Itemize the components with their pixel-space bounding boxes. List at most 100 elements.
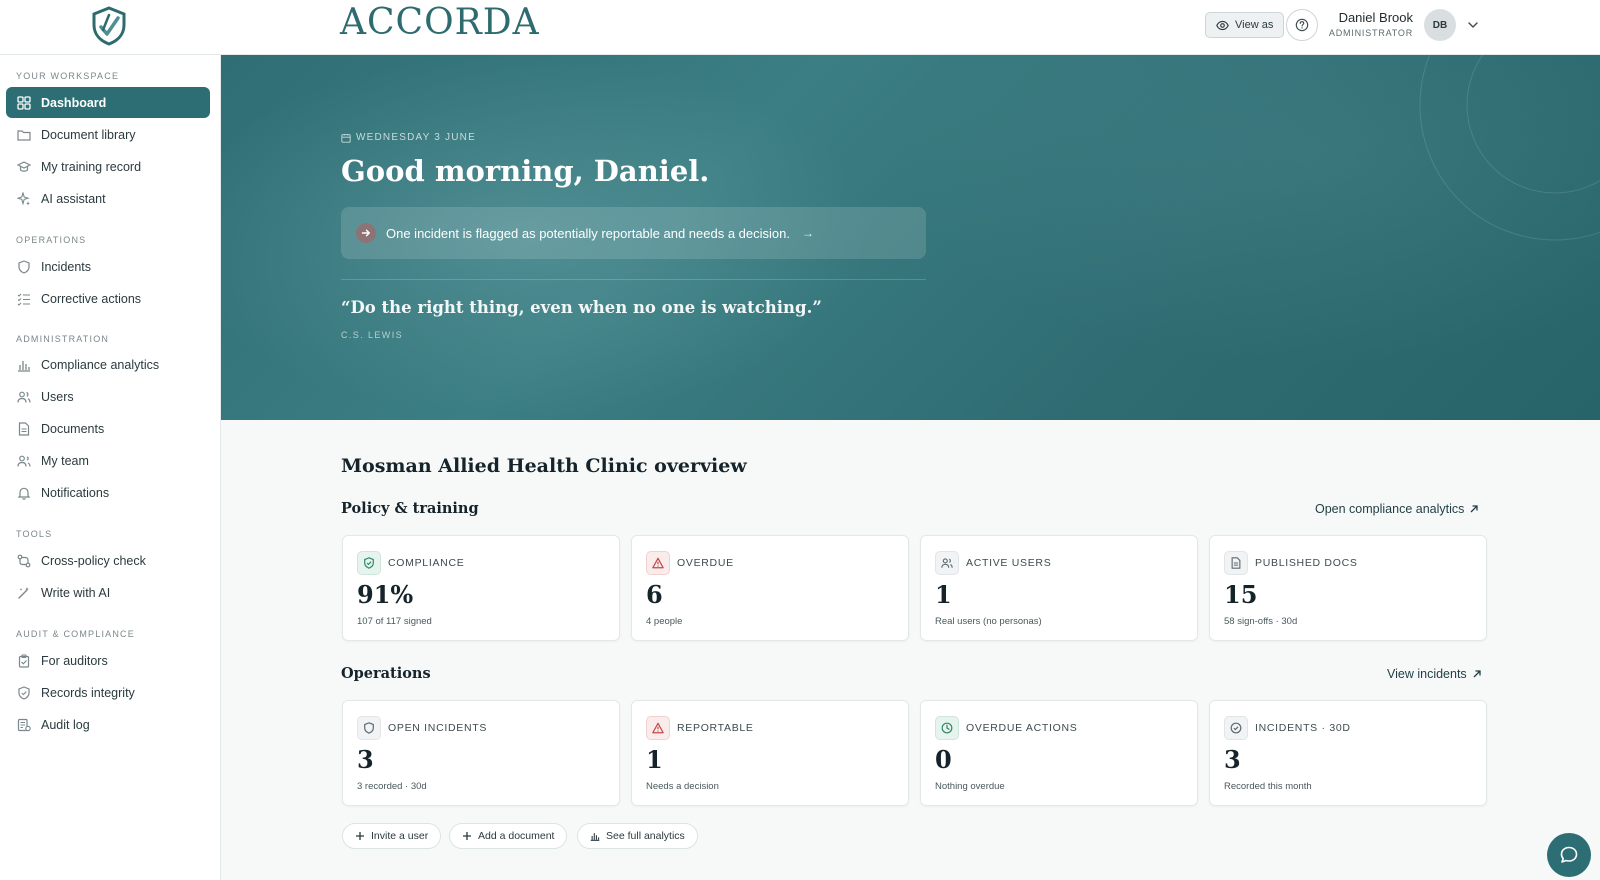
card-label: REPORTABLE [677,722,754,734]
sidebar-item-incidents[interactable]: Incidents [6,251,210,282]
top-bar: ACCORDA View as Daniel Brook ADMINISTRAT… [0,0,1600,55]
shield-icon [18,259,30,274]
avatar[interactable]: DB [1424,9,1456,41]
open-compliance-analytics-link[interactable]: Open compliance analytics [1315,502,1479,516]
sidebar-item-label: Audit log [41,717,90,732]
sidebar-item-my-training-record[interactable]: My training record [6,151,210,182]
shield-logo-icon[interactable] [91,6,127,46]
card-subtext: Needs a decision [646,781,719,792]
sidebar-section-workspace: YOUR WORKSPACE [16,71,120,81]
overdue-card[interactable]: OVERDUE 6 4 people [631,535,909,641]
shield-icon [357,716,381,740]
sidebar-item-dashboard[interactable]: Dashboard [6,87,210,118]
compliance-card[interactable]: COMPLIANCE 91% 107 of 117 signed [342,535,620,641]
card-label: PUBLISHED DOCS [1255,557,1358,569]
reportable-incident-alert[interactable]: One incident is flagged as potentially r… [341,207,926,259]
link-label: View incidents [1387,667,1467,681]
button-label: See full analytics [606,830,685,842]
plus-icon [463,832,471,840]
warning-triangle-icon [646,716,670,740]
sidebar-item-label: My training record [41,159,142,174]
sidebar-item-notifications[interactable]: Notifications [6,477,210,508]
card-subtext: 3 recorded · 30d [357,781,427,792]
card-label: INCIDENTS · 30D [1255,722,1351,734]
button-label: Invite a user [371,830,429,842]
sidebar-item-document-library[interactable]: Document library [6,119,210,150]
sidebar-item-audit-log[interactable]: Audit log [6,709,210,740]
sidebar-item-compliance-analytics[interactable]: Compliance analytics [6,349,210,380]
chevron-down-icon[interactable] [1466,18,1480,32]
eye-icon [1216,20,1229,30]
users-icon [935,551,959,575]
bar-chart-icon [18,360,30,372]
sidebar-item-label: AI assistant [41,191,106,206]
overdue-actions-card[interactable]: OVERDUE ACTIONS 0 Nothing overdue [920,700,1198,806]
card-subtext: 107 of 117 signed [357,616,432,627]
sidebar-item-label: Corrective actions [41,291,142,306]
clipboard-icon [18,653,30,668]
card-value: 91% [357,580,414,609]
bar-chart-icon [590,833,600,841]
sidebar-item-ai-assistant[interactable]: AI assistant [6,183,210,214]
card-subtext: 58 sign-offs · 30d [1224,616,1298,627]
hero-date-text: WEDNESDAY 3 JUNE [356,132,476,143]
sidebar-item-users[interactable]: Users [6,381,210,412]
users-icon [17,391,31,403]
card-label: OVERDUE ACTIONS [966,722,1078,734]
team-icon [17,455,31,467]
sidebar-item-write-with-ai[interactable]: Write with AI [6,577,210,608]
card-value: 6 [646,580,663,609]
user-name: Daniel Brook [1338,10,1413,25]
sidebar-item-label: Records integrity [41,685,135,700]
incidents-30d-card[interactable]: INCIDENTS · 30D 3 Recorded this month [1209,700,1487,806]
sidebar-item-label: Documents [41,421,105,436]
checklist-icon [17,293,30,306]
brand-wordmark[interactable]: ACCORDA [340,2,540,43]
sidebar-item-records-integrity[interactable]: Records integrity [6,677,210,708]
log-icon [17,718,31,731]
decorative-rings-icon [1419,55,1600,241]
arrow-right-circle-icon [356,223,376,243]
arrow-right-icon: → [802,226,814,240]
plus-icon [356,832,364,840]
view-as-button[interactable]: View as [1205,12,1285,38]
open-incidents-card[interactable]: OPEN INCIDENTS 3 3 recorded · 30d [342,700,620,806]
sidebar-item-cross-policy-check[interactable]: Cross-policy check [6,545,210,576]
sidebar-item-documents[interactable]: Documents [6,413,210,444]
add-document-button[interactable]: Add a document [449,823,568,849]
chat-button[interactable] [1547,833,1591,877]
card-label: ACTIVE USERS [966,557,1052,569]
sidebar: YOUR WORKSPACE Dashboard Document librar… [0,55,221,880]
sidebar-item-label: Compliance analytics [41,357,160,372]
invite-user-button[interactable]: Invite a user [342,823,442,849]
bell-icon [17,487,31,500]
view-incidents-link[interactable]: View incidents [1387,667,1482,681]
card-label: OVERDUE [677,557,734,569]
card-label: COMPLIANCE [388,557,465,569]
greeting-heading: Good morning, Daniel. [341,154,710,188]
document-icon [18,421,30,436]
grid-icon [17,95,31,110]
sidebar-item-label: Cross-policy check [41,553,146,568]
card-subtext: Real users (no personas) [935,616,1042,627]
document-icon [1224,551,1248,575]
hero-banner: WEDNESDAY 3 JUNE Good morning, Daniel. O… [221,55,1600,420]
card-subtext: Nothing overdue [935,781,1005,792]
arrow-up-right-icon [1473,670,1481,678]
sidebar-item-corrective-actions[interactable]: Corrective actions [6,283,210,314]
git-compare-icon [17,554,31,567]
see-full-analytics-button[interactable]: See full analytics [577,823,698,849]
daily-quote: “Do the right thing, even when no one is… [341,298,822,317]
sidebar-item-for-auditors[interactable]: For auditors [6,645,210,676]
published-docs-card[interactable]: PUBLISHED DOCS 15 58 sign-offs · 30d [1209,535,1487,641]
hero-divider [341,279,926,280]
sidebar-item-my-team[interactable]: My team [6,445,210,476]
reportable-card[interactable]: REPORTABLE 1 Needs a decision [631,700,909,806]
calendar-icon [341,133,351,143]
active-users-card[interactable]: ACTIVE USERS 1 Real users (no personas) [920,535,1198,641]
chat-bubble-icon [1560,846,1578,863]
quote-author: C.S. LEWIS [341,330,404,340]
card-label: OPEN INCIDENTS [388,722,488,734]
sidebar-item-label: Users [41,389,74,404]
hero-date: WEDNESDAY 3 JUNE [341,132,476,143]
